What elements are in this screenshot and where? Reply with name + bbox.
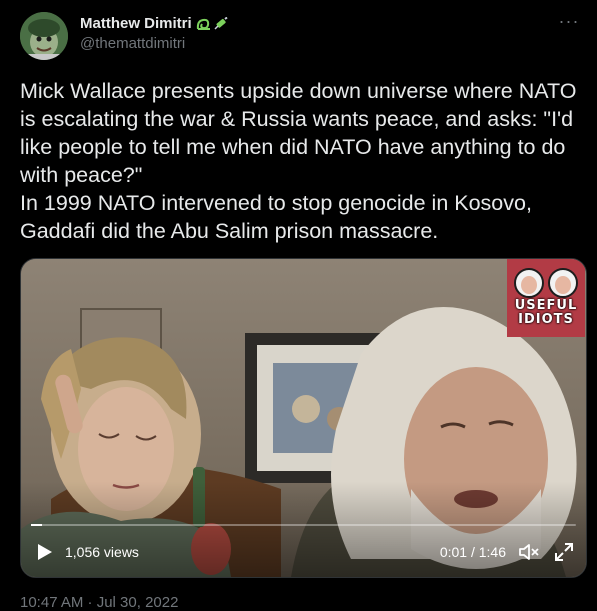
- tweet-text: Mick Wallace presents upside down univer…: [20, 77, 586, 245]
- speaker-muted-icon: [519, 544, 539, 560]
- slug-emoji-icon: [196, 18, 210, 30]
- video-timecode: 0:01 / 1:46: [439, 544, 506, 560]
- tweet-card: Matthew Dimitri @themattdimitri ··· Mick…: [0, 0, 597, 611]
- author-handle[interactable]: @themattdimitri: [80, 35, 229, 52]
- view-count: 1,056 views: [65, 544, 139, 560]
- mute-button[interactable]: [518, 542, 540, 562]
- video-controls: 1,056 views 0:01 / 1:46: [21, 529, 586, 577]
- avatar[interactable]: [20, 12, 68, 60]
- syringe-emoji-icon: [214, 16, 228, 30]
- play-icon: [38, 544, 52, 560]
- author-block: Matthew Dimitri @themattdimitri: [80, 15, 229, 52]
- video-progress-bar[interactable]: [31, 524, 576, 526]
- tweet-paragraph: Mick Wallace presents upside down univer…: [20, 79, 577, 187]
- tweet-paragraph: In 1999 NATO intervened to stop genocide…: [20, 191, 532, 243]
- expand-icon: [555, 543, 573, 561]
- video-player[interactable]: USEFUL IDIOTS 1,056 views 0:01 / 1:46: [20, 258, 587, 578]
- watermark-text: USEFUL IDIOTS: [507, 299, 585, 327]
- video-progress-fill: [31, 524, 42, 526]
- more-horizontal-icon: ···: [558, 11, 580, 31]
- avatar-image: [20, 12, 68, 60]
- watermark-line: USEFUL: [514, 298, 578, 313]
- play-button[interactable]: [33, 541, 55, 563]
- author-display-name[interactable]: Matthew Dimitri: [80, 15, 192, 32]
- more-options-button[interactable]: ···: [555, 11, 583, 34]
- tweet-timestamp[interactable]: 10:47 AM · Jul 30, 2022: [20, 594, 178, 611]
- fullscreen-button[interactable]: [554, 542, 574, 562]
- author-display-name-row[interactable]: Matthew Dimitri: [80, 15, 229, 32]
- useful-idiots-watermark: USEFUL IDIOTS: [507, 259, 585, 337]
- watermark-line: IDIOTS: [518, 312, 574, 327]
- name-emojis: [196, 16, 229, 31]
